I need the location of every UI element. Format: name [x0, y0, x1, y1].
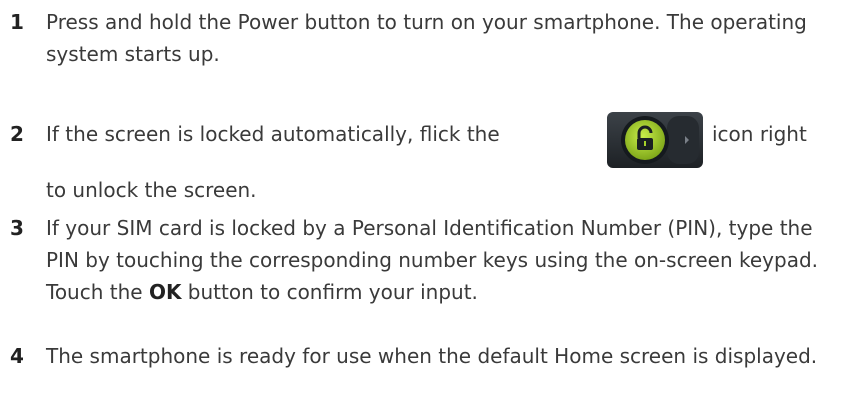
step-number: 2	[10, 122, 24, 146]
step-text: to unlock the screen.	[46, 178, 257, 202]
step-text: If your SIM card is locked by a Personal…	[46, 212, 844, 308]
unlock-slider-icon	[607, 112, 703, 168]
step-text-part: button to confirm your input.	[181, 280, 478, 304]
step-text: The smartphone is ready for use when the…	[46, 344, 818, 368]
step-text: If the screen is locked automatically, f…	[46, 122, 500, 146]
step-number: 4	[10, 344, 24, 368]
step-number: 3	[10, 216, 24, 240]
ok-label: OK	[148, 280, 182, 304]
step-text-after-icon: icon right	[712, 122, 807, 146]
step-number: 1	[10, 10, 24, 34]
step-text: Press and hold the Power button to turn …	[46, 10, 807, 66]
